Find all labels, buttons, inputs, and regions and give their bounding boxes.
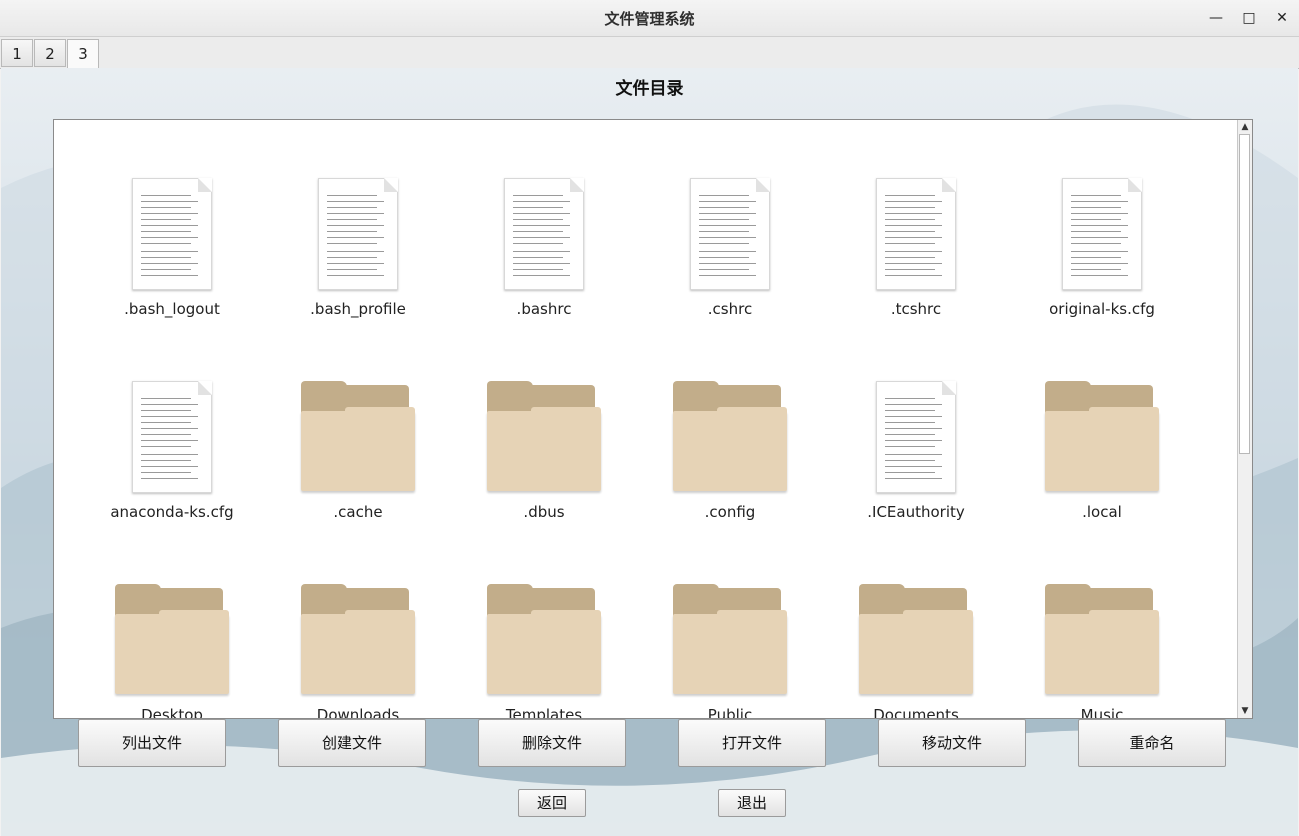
file-name: Desktop <box>141 706 203 719</box>
file-name: .bash_profile <box>310 300 406 318</box>
file-item[interactable]: original-ks.cfg <box>1009 178 1195 318</box>
file-name: Documents <box>873 706 959 719</box>
file-item[interactable]: Desktop <box>79 584 265 719</box>
file-item[interactable]: anaconda-ks.cfg <box>79 381 265 521</box>
delete-file-button[interactable]: 删除文件 <box>478 719 626 767</box>
file-name: .cshrc <box>707 300 753 318</box>
file-item[interactable]: Public <box>637 584 823 719</box>
list-files-button[interactable]: 列出文件 <box>78 719 226 767</box>
document-icon <box>876 178 956 290</box>
tab-1[interactable]: 1 <box>1 39 33 67</box>
folder-icon <box>673 381 787 493</box>
file-name: .local <box>1082 503 1122 521</box>
file-name: anaconda-ks.cfg <box>110 503 234 521</box>
scroll-thumb[interactable] <box>1239 134 1250 454</box>
document-icon <box>318 178 398 290</box>
file-item[interactable]: Downloads <box>265 584 451 719</box>
file-name: original-ks.cfg <box>1049 300 1155 318</box>
folder-icon <box>115 584 229 696</box>
create-file-button[interactable]: 创建文件 <box>278 719 426 767</box>
tab-2[interactable]: 2 <box>34 39 66 67</box>
tab-3[interactable]: 3 <box>67 39 99 69</box>
file-item[interactable]: Music <box>1009 584 1195 719</box>
file-item[interactable]: Templates <box>451 584 637 719</box>
tab-bar: 1 2 3 <box>0 37 1299 69</box>
folder-icon <box>301 584 415 696</box>
file-name: Public <box>707 706 753 719</box>
file-name: Music <box>1080 706 1124 719</box>
document-icon <box>690 178 770 290</box>
file-item[interactable]: .config <box>637 381 823 521</box>
folder-icon <box>859 584 973 696</box>
window-title: 文件管理系统 <box>604 10 695 28</box>
file-name: .dbus <box>523 503 565 521</box>
main-panel: 文件目录 .bash_logout .bash_profile .bashrc .cs… <box>1 68 1298 836</box>
rename-button[interactable]: 重命名 <box>1078 719 1226 767</box>
page-title: 文件目录 <box>615 79 684 99</box>
folder-icon <box>1045 584 1159 696</box>
file-grid: .bash_logout .bash_profile .bashrc .cshrc .t… <box>54 120 1238 718</box>
maximize-button[interactable]: □ <box>1238 8 1260 28</box>
folder-icon <box>487 584 601 696</box>
file-item[interactable]: .bashrc <box>451 178 637 318</box>
file-item[interactable]: .cache <box>265 381 451 521</box>
file-item[interactable]: .ICEauthority <box>823 381 1009 521</box>
vertical-scrollbar[interactable]: ▲ ▼ <box>1237 120 1252 718</box>
title-bar: 文件管理系统 — □ ✕ <box>0 0 1299 37</box>
folder-icon <box>1045 381 1159 493</box>
move-file-button[interactable]: 移动文件 <box>878 719 1026 767</box>
file-name: Downloads <box>316 706 400 719</box>
file-item[interactable]: .tcshrc <box>823 178 1009 318</box>
document-icon <box>876 381 956 493</box>
file-item[interactable]: .bash_logout <box>79 178 265 318</box>
exit-button[interactable]: 退出 <box>718 789 786 817</box>
file-item[interactable]: .local <box>1009 381 1195 521</box>
close-button[interactable]: ✕ <box>1271 8 1293 28</box>
file-name: .tcshrc <box>890 300 942 318</box>
document-icon <box>132 381 212 493</box>
file-name: .cache <box>333 503 383 521</box>
file-name: .bashrc <box>516 300 572 318</box>
folder-icon <box>673 584 787 696</box>
file-name: .config <box>704 503 756 521</box>
file-name: Templates <box>505 706 583 719</box>
file-item[interactable]: Documents <box>823 584 1009 719</box>
open-file-button[interactable]: 打开文件 <box>678 719 826 767</box>
back-button[interactable]: 返回 <box>518 789 586 817</box>
file-item[interactable]: .cshrc <box>637 178 823 318</box>
scroll-down-icon[interactable]: ▼ <box>1238 704 1252 718</box>
file-item[interactable]: .dbus <box>451 381 637 521</box>
document-icon <box>504 178 584 290</box>
document-icon <box>1062 178 1142 290</box>
folder-icon <box>301 381 415 493</box>
scroll-up-icon[interactable]: ▲ <box>1238 120 1252 134</box>
file-item[interactable]: .bash_profile <box>265 178 451 318</box>
folder-icon <box>487 381 601 493</box>
file-name: .ICEauthority <box>867 503 965 521</box>
file-grid-pane[interactable]: .bash_logout .bash_profile .bashrc .cshrc .t… <box>53 119 1253 719</box>
file-name: .bash_logout <box>124 300 220 318</box>
document-icon <box>132 178 212 290</box>
minimize-button[interactable]: — <box>1205 8 1227 28</box>
